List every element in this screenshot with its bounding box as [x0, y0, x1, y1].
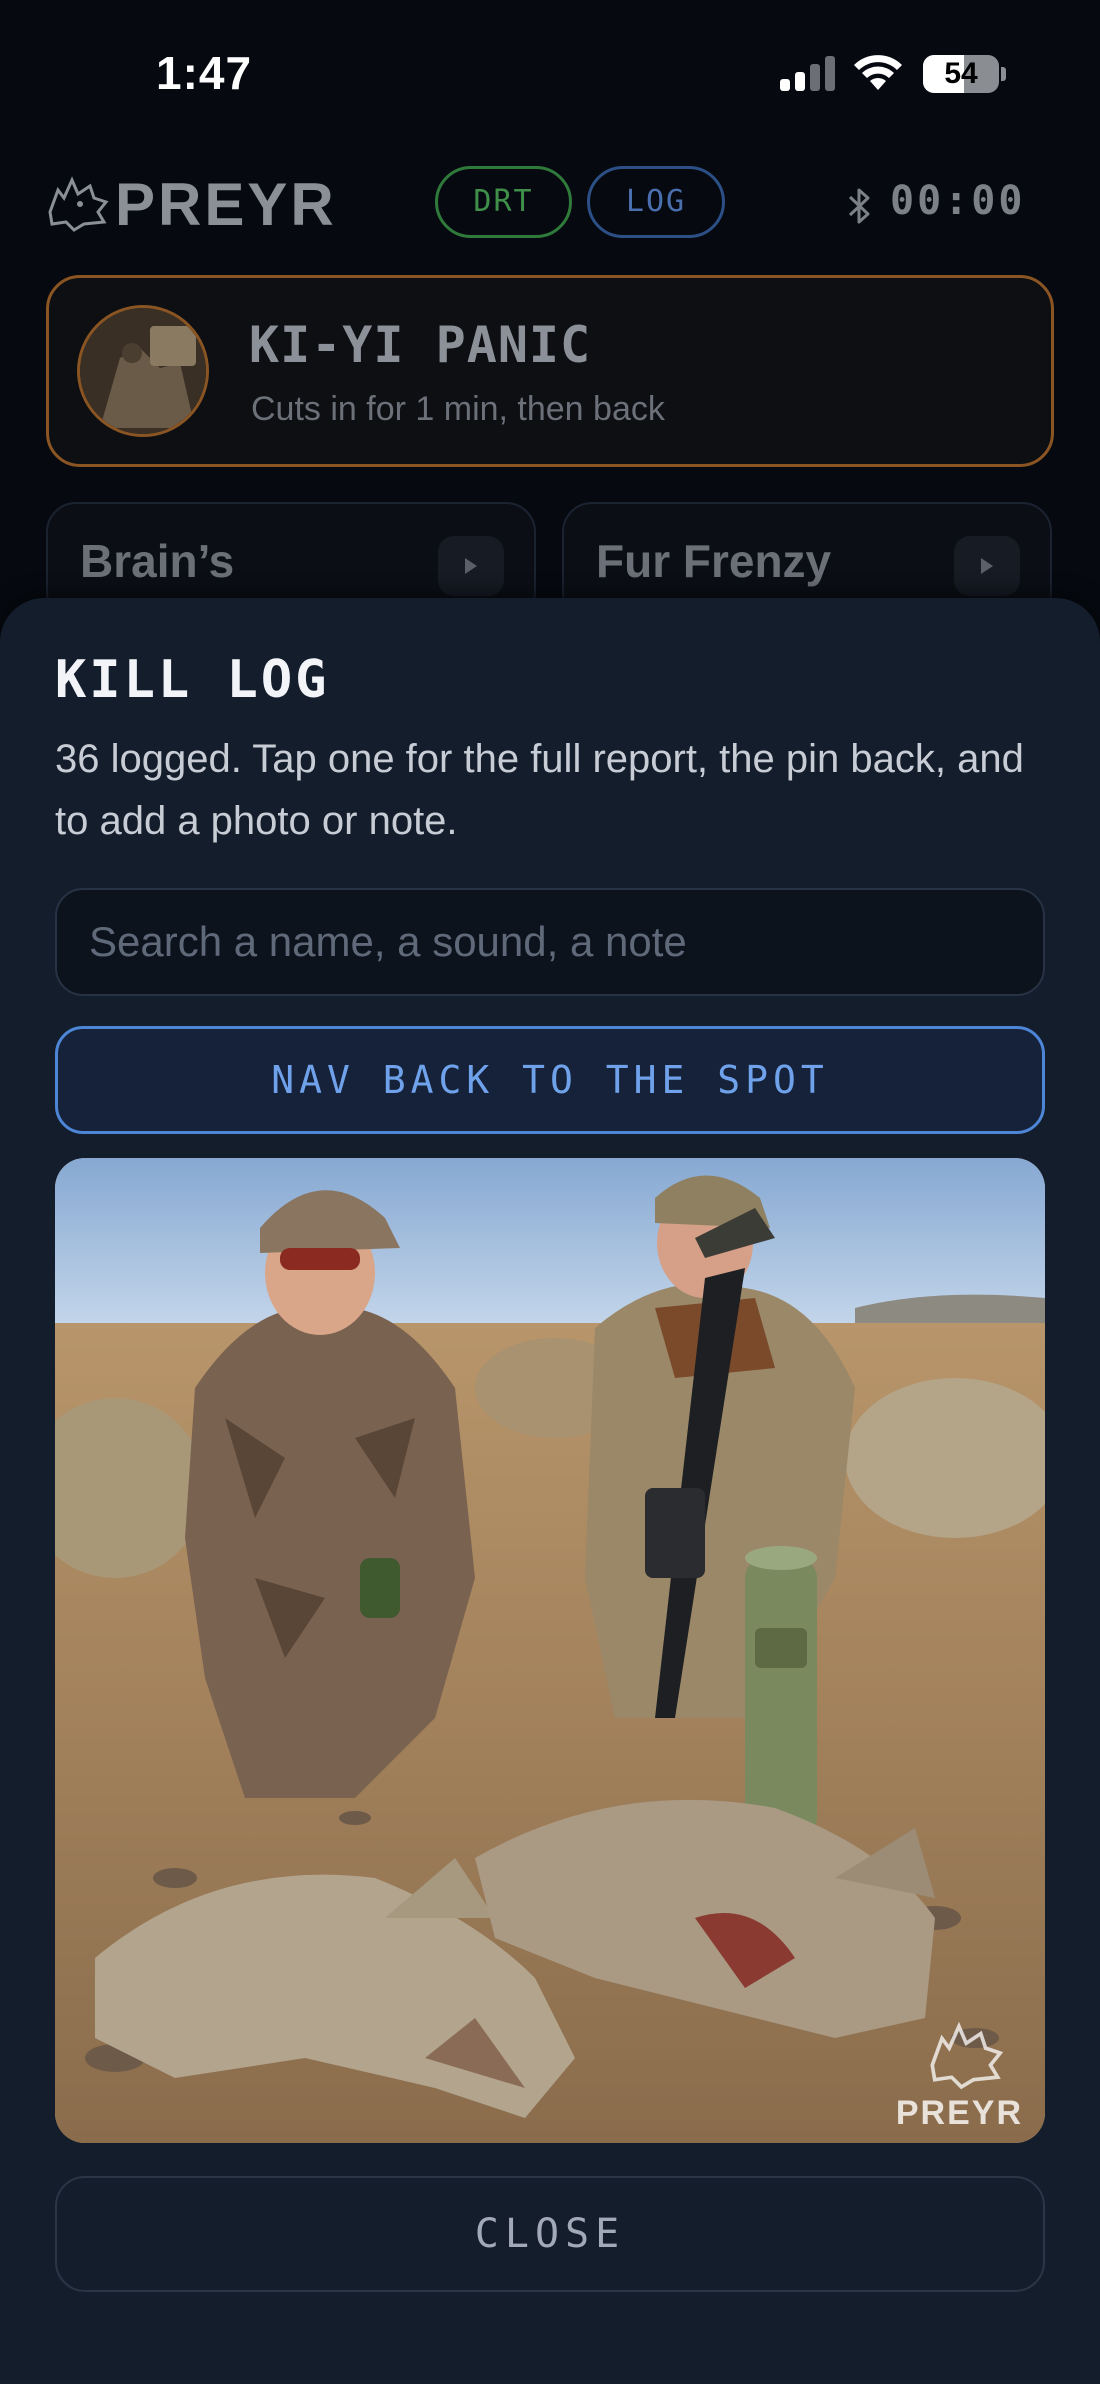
- sheet-description: 36 logged. Tap one for the full report, …: [55, 737, 1024, 843]
- play-icon[interactable]: [438, 536, 504, 596]
- coyote-logo-icon: [48, 176, 109, 232]
- kill-photo[interactable]: PREYR: [55, 1158, 1045, 2143]
- photo-illustration: [55, 1158, 1045, 2143]
- battery-nub: [1001, 67, 1006, 81]
- coyote-watermark-icon: [930, 2021, 1004, 2090]
- status-bar: 1:47 54: [0, 0, 1100, 150]
- now-playing-thumbnail: [77, 305, 209, 437]
- play-icon[interactable]: [954, 536, 1020, 596]
- battery-icon: 54: [923, 55, 999, 93]
- cellular-signal-icon: [780, 55, 836, 91]
- sheet-title: KILL LOG: [55, 650, 330, 710]
- now-playing-card[interactable]: KI-YI PANIC Cuts in for 1 min, then back: [46, 275, 1054, 467]
- sound-tile-label: Fur Frenzy: [596, 535, 832, 587]
- kill-log-sheet: KILL LOG 36 logged. Tap one for the full…: [0, 598, 1100, 2384]
- call-timer: 00:00: [890, 178, 1026, 224]
- now-playing-subtitle: Cuts in for 1 min, then back: [251, 390, 665, 428]
- bluetooth-icon[interactable]: [846, 186, 874, 226]
- nav-back-button[interactable]: NAV BACK TO THE SPOT: [55, 1026, 1045, 1134]
- photo-watermark: PREYR: [895, 2094, 1023, 2132]
- status-time: 1:47: [156, 47, 253, 99]
- log-mode-button[interactable]: LOG: [587, 166, 725, 238]
- app-logo-text: PREYR: [115, 171, 337, 238]
- app-header: PREYR DRT LOG 00:00: [0, 150, 1100, 270]
- search-input[interactable]: [55, 888, 1045, 996]
- battery-percent: 54: [944, 57, 978, 90]
- now-playing-title: KI-YI PANIC: [249, 316, 592, 374]
- wifi-icon: [854, 55, 902, 90]
- sound-tile-label: Brain’s: [80, 535, 235, 587]
- drt-mode-button[interactable]: DRT: [435, 166, 572, 238]
- close-button[interactable]: CLOSE: [55, 2176, 1045, 2292]
